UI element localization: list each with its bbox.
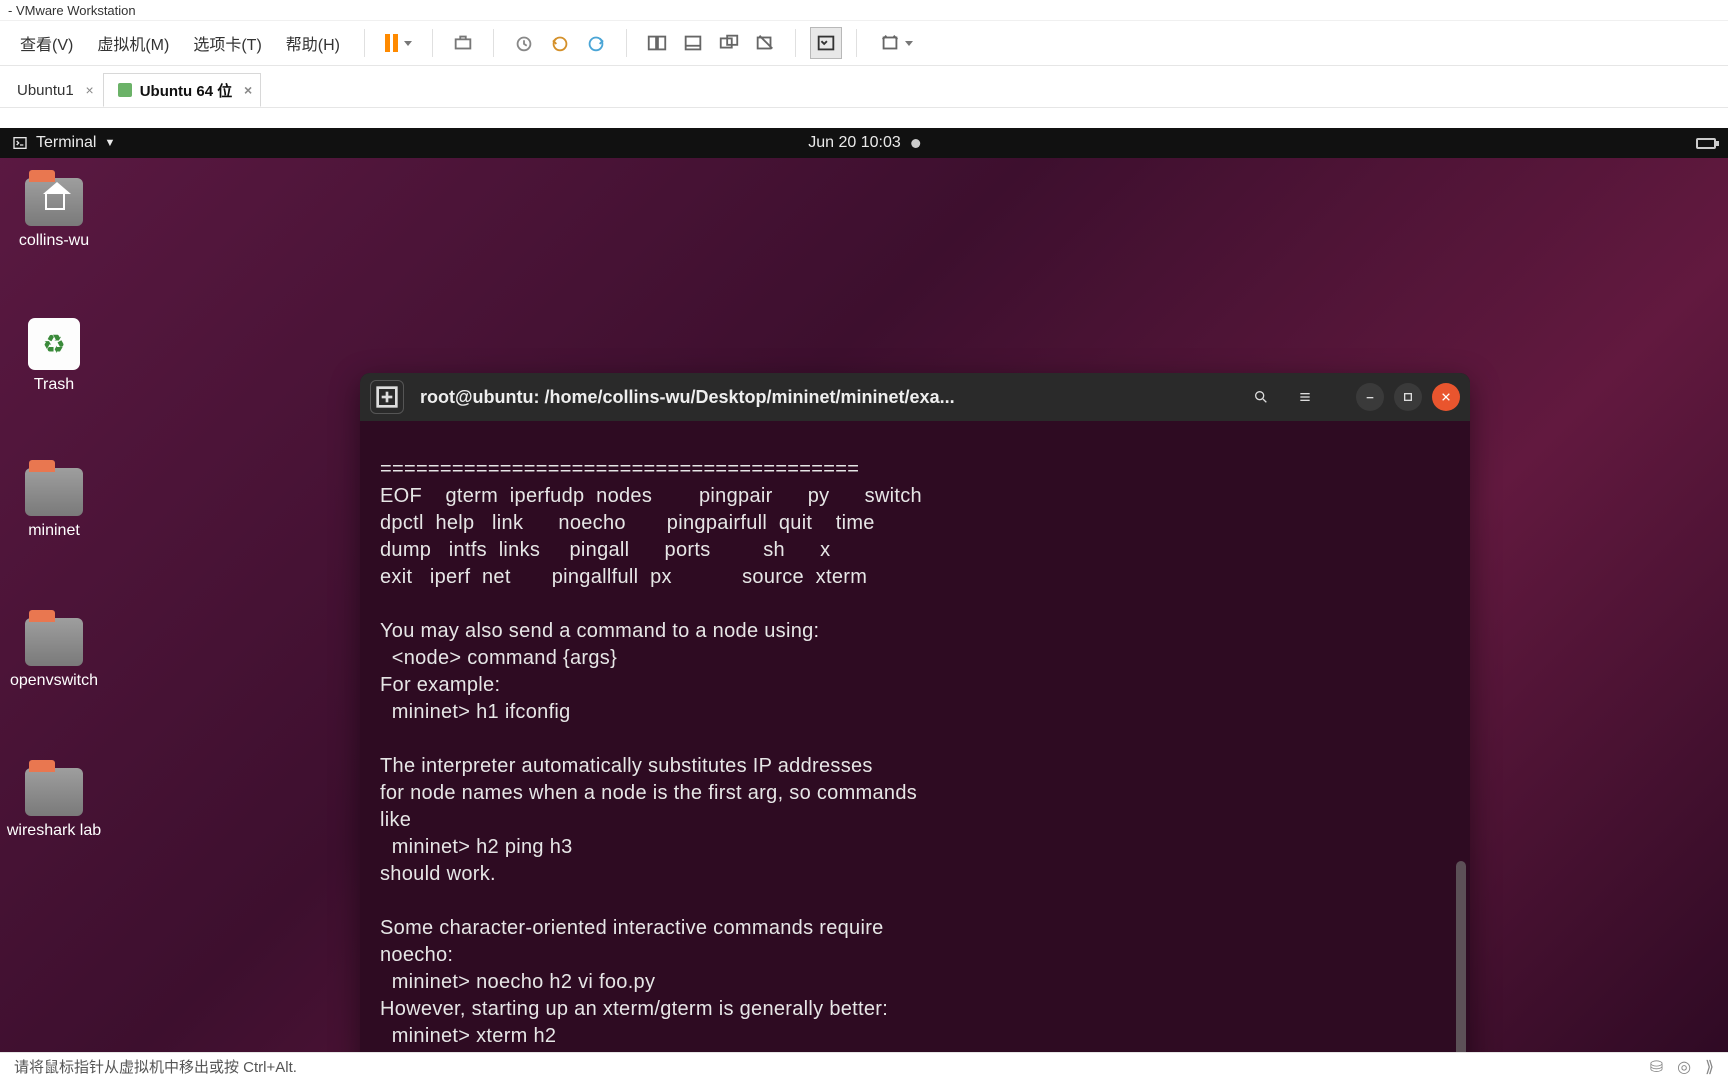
desktop[interactable]: collins-wu ♻ Trash mininet openvswitch wiresh… bbox=[0, 158, 1728, 1052]
terminal-window[interactable]: root@ubuntu: /home/collins-wu/Desktop/mi… bbox=[360, 373, 1470, 1052]
menu-vm[interactable]: 虚拟机(M) bbox=[87, 27, 179, 59]
vm-tabbar: Ubuntu1 × Ubuntu 64 位 × bbox=[0, 66, 1728, 108]
menu-view[interactable]: 查看(V) bbox=[10, 27, 83, 59]
icon-label: wireshark lab bbox=[7, 822, 101, 840]
multi-monitor-button[interactable] bbox=[713, 27, 745, 59]
new-tab-button[interactable] bbox=[370, 380, 404, 414]
fullscreen-button[interactable] bbox=[871, 27, 921, 59]
terminal-icon bbox=[12, 135, 28, 151]
disk-icon: ⛁ bbox=[1650, 1057, 1663, 1077]
guest-display[interactable]: Terminal ▼ Jun 20 10:03 collins-wu ♻ Trash… bbox=[0, 128, 1728, 1052]
hamburger-menu-button[interactable] bbox=[1288, 380, 1322, 414]
folder-icon bbox=[25, 768, 83, 816]
menu-tabs[interactable]: 选项卡(T) bbox=[183, 27, 271, 59]
new-tab-icon bbox=[371, 381, 403, 413]
folder-icon bbox=[25, 468, 83, 516]
maximize-icon bbox=[1400, 389, 1416, 405]
close-icon bbox=[1438, 389, 1454, 405]
minimize-button[interactable] bbox=[1356, 383, 1384, 411]
gnome-clock[interactable]: Jun 20 10:03 bbox=[808, 134, 901, 152]
vmware-title: - VMware Workstation bbox=[8, 3, 136, 18]
desktop-icon-Trash[interactable]: ♻ Trash bbox=[0, 318, 108, 394]
icon-label: openvswitch bbox=[10, 672, 98, 690]
close-button[interactable] bbox=[1432, 383, 1460, 411]
snapshot-button[interactable] bbox=[508, 27, 540, 59]
scrollbar[interactable] bbox=[1456, 861, 1466, 1052]
hamburger-icon bbox=[1297, 389, 1313, 405]
pause-button[interactable] bbox=[379, 34, 418, 52]
icon-label: collins-wu bbox=[19, 232, 89, 250]
folder-icon bbox=[25, 178, 83, 226]
terminal-output: ========================================… bbox=[380, 456, 1450, 1052]
status-devices[interactable]: ⛁ ◎ ⟫ bbox=[1650, 1057, 1714, 1077]
battery-icon[interactable] bbox=[1696, 138, 1716, 149]
maximize-button[interactable] bbox=[1394, 383, 1422, 411]
terminal-title: root@ubuntu: /home/collins-wu/Desktop/mi… bbox=[414, 387, 1234, 408]
terminal-titlebar[interactable]: root@ubuntu: /home/collins-wu/Desktop/mi… bbox=[360, 373, 1470, 421]
folder-icon bbox=[25, 618, 83, 666]
chevron-down-icon: ▼ bbox=[104, 137, 115, 149]
quick-switch-button[interactable] bbox=[810, 27, 842, 59]
terminal-body[interactable]: ========================================… bbox=[360, 421, 1470, 1052]
status-text: 请将鼠标指针从虚拟机中移出或按 Ctrl+Alt. bbox=[14, 1056, 297, 1077]
send-ctrl-alt-del-button[interactable] bbox=[447, 27, 479, 59]
vmware-statusbar: 请将鼠标指针从虚拟机中移出或按 Ctrl+Alt. ⛁ ◎ ⟫ bbox=[0, 1052, 1728, 1080]
pause-icon bbox=[385, 34, 398, 52]
desktop-icon-openvswitch[interactable]: openvswitch bbox=[0, 618, 108, 690]
vmware-titlebar: - VMware Workstation bbox=[0, 0, 1728, 20]
tab-ubuntu1[interactable]: Ubuntu1 × bbox=[2, 73, 103, 107]
menu-help[interactable]: 帮助(H) bbox=[276, 27, 350, 59]
tab-ubuntu64[interactable]: Ubuntu 64 位 × bbox=[103, 73, 262, 107]
gnome-topbar: Terminal ▼ Jun 20 10:03 bbox=[0, 128, 1728, 158]
desktop-icon-wireshark-lab[interactable]: wireshark lab bbox=[0, 768, 108, 840]
chevron-right-icon: ⟫ bbox=[1705, 1057, 1714, 1077]
gnome-active-app[interactable]: Terminal bbox=[36, 134, 96, 152]
chevron-down-icon bbox=[905, 41, 913, 46]
icon-label: mininet bbox=[28, 522, 80, 540]
icon-label: Trash bbox=[34, 376, 74, 394]
snapshot-manager-button[interactable] bbox=[580, 27, 612, 59]
notification-dot-icon bbox=[911, 139, 920, 148]
revert-snapshot-button[interactable] bbox=[544, 27, 576, 59]
search-icon bbox=[1253, 389, 1269, 405]
vm-icon bbox=[118, 83, 132, 97]
cd-icon: ◎ bbox=[1677, 1057, 1691, 1077]
close-icon[interactable]: × bbox=[244, 82, 252, 98]
unity-button[interactable] bbox=[749, 27, 781, 59]
vmware-menubar: 查看(V) 虚拟机(M) 选项卡(T) 帮助(H) bbox=[0, 20, 1728, 66]
trash-icon: ♻ bbox=[28, 318, 80, 370]
chevron-down-icon bbox=[404, 41, 412, 46]
desktop-icon-collins-wu[interactable]: collins-wu bbox=[0, 178, 108, 250]
desktop-icon-mininet[interactable]: mininet bbox=[0, 468, 108, 540]
single-window-button[interactable] bbox=[677, 27, 709, 59]
minimize-icon bbox=[1362, 389, 1378, 405]
close-icon[interactable]: × bbox=[86, 82, 94, 98]
search-button[interactable] bbox=[1244, 380, 1278, 414]
show-console-button[interactable] bbox=[641, 27, 673, 59]
